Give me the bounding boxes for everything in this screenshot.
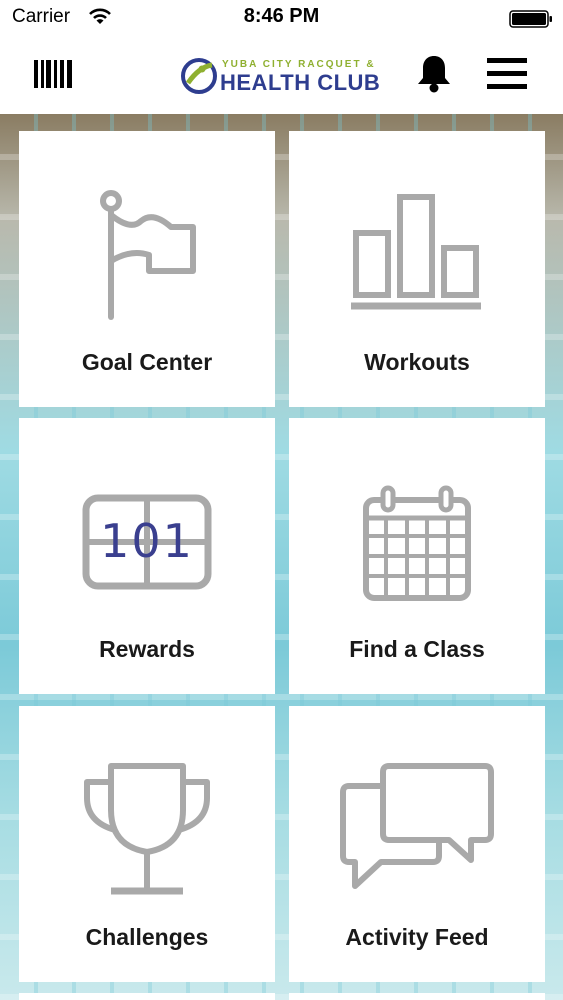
chat-bubbles-icon [340,763,494,889]
rewards-points-value: 101 [100,514,194,568]
calendar-icon [363,485,471,601]
battery-icon [509,10,553,33]
tile-label-challenges: Challenges [85,924,209,950]
status-time: 8:46 PM [243,5,320,27]
barcode-button[interactable] [34,60,74,93]
flag-icon [100,190,196,320]
logo-top-text: YUBA CITY RACQUET & [222,59,376,70]
bell-icon [418,56,450,93]
barcode-icon [34,60,72,88]
tile-rewards[interactable]: 101 Rewards [19,418,275,694]
tile-partial-left[interactable] [19,993,275,1000]
tile-label-activity-feed: Activity Feed [345,924,489,950]
trophy-icon [84,763,210,895]
club-logo: YUBA CITY RACQUET & HEALTH CLUB [180,56,385,96]
tile-label-goal-center: Goal Center [81,349,213,375]
tile-challenges[interactable]: Challenges [19,706,275,982]
logo-main-text: HEALTH CLUB [220,70,381,95]
tile-partial-right[interactable] [289,993,545,1000]
app-header: YUBA CITY RACQUET & HEALTH CLUB [0,36,563,114]
hamburger-menu-icon [487,58,527,89]
notifications-button[interactable] [416,54,452,99]
tile-goal-center[interactable]: Goal Center [19,131,275,407]
tile-workouts[interactable]: Workouts [289,131,545,407]
bar-chart-icon [351,194,481,310]
tile-label-find-a-class: Find a Class [349,636,485,662]
tile-label-rewards: Rewards [99,636,195,662]
logo-emblem-icon [181,58,217,94]
tile-find-a-class[interactable]: Find a Class [289,418,545,694]
status-bar: Carrier 8:46 PM [0,0,563,36]
tile-label-workouts: Workouts [364,349,470,375]
hamburger-menu-button[interactable] [487,58,527,95]
tile-activity-feed[interactable]: Activity Feed [289,706,545,982]
